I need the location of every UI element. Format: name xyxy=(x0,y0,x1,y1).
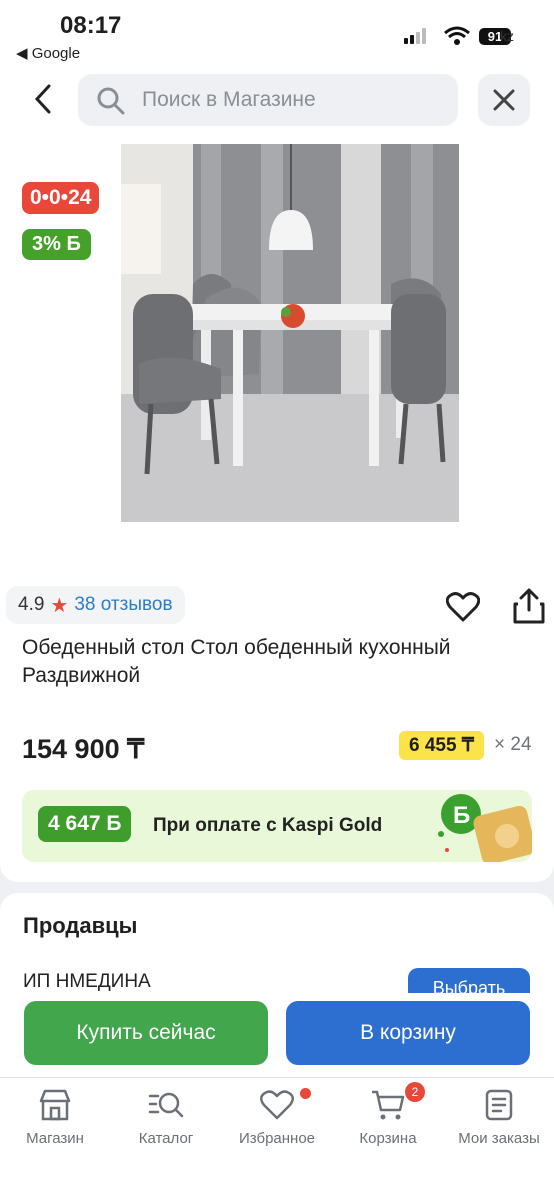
close-search-button[interactable] xyxy=(478,74,530,126)
purchase-actions: Купить сейчас В корзину xyxy=(0,993,554,1077)
choose-seller-button[interactable]: Выбрать xyxy=(408,968,530,993)
search-icon xyxy=(97,87,125,115)
dining-table-photo xyxy=(121,144,459,522)
bonus-badge: 3% Б xyxy=(22,229,91,260)
orders-icon xyxy=(485,1089,513,1121)
svg-text:Б: Б xyxy=(453,802,470,829)
product-title: Обеденный стол Стол обеденный кухонный Р… xyxy=(22,636,451,687)
tab-label: Мои заказы xyxy=(458,1130,540,1147)
share-button[interactable] xyxy=(512,588,546,629)
bottom-tab-bar: Магазин Каталог Избранное Корзина 2 Мои … xyxy=(0,1077,554,1200)
buy-now-button[interactable]: Купить сейчас xyxy=(24,1001,268,1065)
monthly-payment-badge: 6 455 ₸ xyxy=(399,731,484,760)
catalog-search-icon xyxy=(148,1092,184,1118)
gold-bonus-badge: 4 647 Б xyxy=(38,806,132,842)
status-bar: 08:17 ◀ Google 91 kz xyxy=(0,0,554,70)
sellers-section: Продавцы ИП НМЕДИНА Выбрать xyxy=(0,893,554,993)
rating-value: 4.9 xyxy=(18,594,45,615)
url-tail: kz xyxy=(500,28,514,44)
kaspi-gold-banner[interactable]: 4 647 Б При оплате с Kaspi Gold Б xyxy=(22,790,532,862)
favorite-button[interactable] xyxy=(445,592,481,627)
back-button[interactable] xyxy=(26,82,60,116)
product-card: 0•0•24 3% Б 4.9 ★ 38 отзывов Обеденный с… xyxy=(0,130,554,882)
star-icon: ★ xyxy=(50,594,69,617)
cart-count-badge: 2 xyxy=(405,1082,425,1102)
tab-label: Каталог xyxy=(138,1130,194,1147)
tab-favorites[interactable]: Избранное xyxy=(222,1088,332,1147)
tab-label: Магазин xyxy=(26,1130,84,1147)
sellers-title: Продавцы xyxy=(23,913,138,938)
search-placeholder: Поиск в Магазине xyxy=(142,88,316,111)
gold-label: При оплате с Kaspi Gold xyxy=(153,815,383,836)
tab-orders[interactable]: Мои заказы xyxy=(444,1088,554,1147)
heart-icon xyxy=(445,592,481,622)
kaspi-gold-card-icon: Б xyxy=(438,794,532,862)
back-to-app-link[interactable]: ◀ Google xyxy=(16,44,80,62)
tab-cart[interactable]: Корзина 2 xyxy=(333,1082,443,1147)
tab-label: Корзина xyxy=(359,1130,417,1147)
chevron-left-icon xyxy=(34,84,51,114)
tab-label: Избранное xyxy=(238,1130,316,1147)
favorites-dot xyxy=(300,1088,311,1099)
signal-icon xyxy=(404,28,428,44)
shop-icon xyxy=(39,1089,71,1121)
tab-catalog[interactable]: Каталог xyxy=(111,1088,221,1147)
search-input[interactable]: Поиск в Магазине xyxy=(78,74,458,126)
heart-icon xyxy=(260,1090,294,1120)
reviews-count: 38 отзывов xyxy=(74,594,173,615)
close-icon xyxy=(493,89,515,111)
share-icon xyxy=(513,588,545,624)
status-time: 08:17 xyxy=(60,12,122,39)
installment-badge: 0•0•24 xyxy=(22,182,100,214)
search-header: Поиск в Магазине xyxy=(0,70,554,130)
add-to-cart-button[interactable]: В корзину xyxy=(286,1001,530,1065)
product-image[interactable] xyxy=(121,144,459,522)
installment-months: × 24 xyxy=(494,734,532,755)
cart-icon xyxy=(372,1090,405,1120)
rating-reviews-link[interactable]: 4.9 ★ 38 отзывов xyxy=(6,586,185,624)
product-price: 154 900 ₸ xyxy=(22,734,145,764)
wifi-icon xyxy=(444,26,470,45)
tab-shop[interactable]: Магазин xyxy=(0,1088,110,1147)
seller-name: ИП НМЕДИНА xyxy=(23,971,151,992)
